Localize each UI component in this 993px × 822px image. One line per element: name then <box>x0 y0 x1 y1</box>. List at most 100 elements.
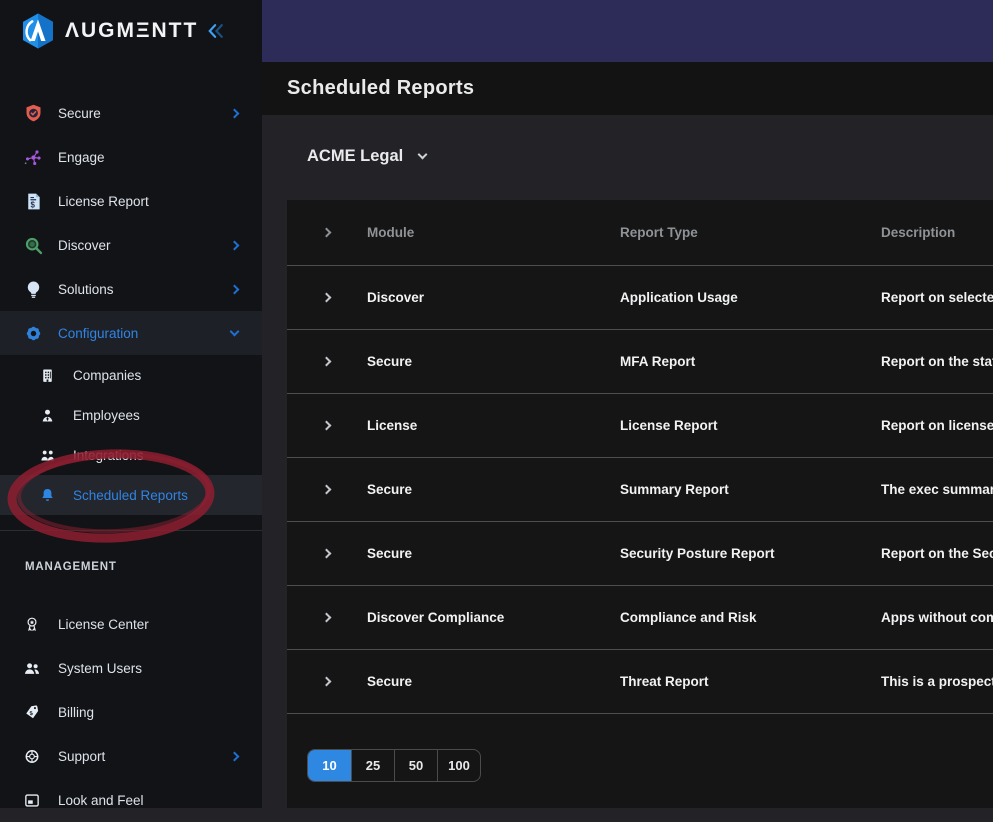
cell-module: Discover Compliance <box>367 610 620 625</box>
company-selector[interactable]: ACME Legal <box>307 147 426 166</box>
cell-report-type: Threat Report <box>620 674 881 689</box>
share-network-icon <box>21 146 45 168</box>
page-size-25[interactable]: 25 <box>351 750 394 781</box>
title-bar: Scheduled Reports <box>262 62 993 115</box>
augmentt-logo-icon <box>18 11 58 51</box>
sidebar: ΛUGMΞNTT Secure Engage$License Report Disc… <box>0 0 262 808</box>
configuration-submenu: Companies EmployeesIntegrations Scheduled … <box>0 355 262 515</box>
row-expand-icon[interactable] <box>322 293 332 303</box>
cell-module: License <box>367 418 620 433</box>
svg-text:$: $ <box>30 200 35 209</box>
sidebar-item-discover[interactable]: Discover <box>0 223 262 267</box>
page-size-selector: 102550100 <box>307 749 481 782</box>
sidebar-item-label: Solutions <box>58 282 114 297</box>
brand-wordmark: ΛUGMΞNTT <box>65 19 198 43</box>
chevron-right-icon <box>230 108 240 118</box>
sidebar-item-license-center[interactable]: License Center <box>0 602 262 646</box>
sidebar-item-license-report[interactable]: $License Report <box>0 179 262 223</box>
cell-description: The exec summary <box>881 482 993 497</box>
page-size-10[interactable]: 10 <box>308 750 351 781</box>
table-body: DiscoverApplication UsageReport on selec… <box>287 266 993 714</box>
table-row[interactable]: DiscoverApplication UsageReport on selec… <box>287 266 993 330</box>
building-icon <box>38 364 56 386</box>
sidebar-item-label: Companies <box>73 368 141 383</box>
lifebuoy-icon <box>23 745 41 767</box>
sidebar-item-label: License Center <box>58 617 149 632</box>
cell-description: Apps without comp <box>881 610 993 625</box>
table-row[interactable]: LicenseLicense ReportReport on license u <box>287 394 993 458</box>
chevron-right-icon <box>230 240 240 250</box>
page-title: Scheduled Reports <box>287 77 474 100</box>
sidebar-divider <box>0 530 262 531</box>
table-header-row: Module Report Type Description <box>287 200 993 266</box>
sidebar-collapse-button[interactable] <box>206 21 226 41</box>
sidebar-item-label: Look and Feel <box>58 793 144 808</box>
table-row[interactable]: SecureThreat ReportThis is a prospectin <box>287 650 993 714</box>
bell-icon <box>38 484 56 506</box>
row-expand-icon[interactable] <box>322 421 332 431</box>
sidebar-item-support[interactable]: Support <box>0 734 262 778</box>
invoice-icon: $ <box>21 190 45 212</box>
cell-description: Report on the Secu <box>881 546 993 561</box>
cell-module: Secure <box>367 674 620 689</box>
table-row[interactable]: SecureSecurity Posture ReportReport on t… <box>287 522 993 586</box>
cell-module: Secure <box>367 354 620 369</box>
cell-report-type: Summary Report <box>620 482 881 497</box>
sidebar-item-label: Scheduled Reports <box>73 488 188 503</box>
table-row[interactable]: Discover ComplianceCompliance and RiskAp… <box>287 586 993 650</box>
row-expand-icon[interactable] <box>322 485 332 495</box>
main-area: Scheduled Reports ACME Legal Module Repo… <box>262 0 993 808</box>
cell-report-type: License Report <box>620 418 881 433</box>
sidebar-item-scheduled-reports[interactable]: Scheduled Reports <box>0 475 262 515</box>
sidebar-item-billing[interactable]: $ Billing <box>0 690 262 734</box>
sidebar-item-label: Support <box>58 749 105 764</box>
row-expand-icon[interactable] <box>322 613 332 623</box>
sidebar-item-label: Configuration <box>58 326 138 341</box>
sidebar-item-integrations[interactable]: Integrations <box>0 435 262 475</box>
cell-description: Report on license u <box>881 418 993 433</box>
sidebar-item-label: Billing <box>58 705 94 720</box>
sidebar-item-companies[interactable]: Companies <box>0 355 262 395</box>
lightbulb-icon <box>21 278 45 300</box>
cell-report-type: MFA Report <box>620 354 881 369</box>
row-expand-icon[interactable] <box>322 549 332 559</box>
sidebar-item-label: Secure <box>58 106 101 121</box>
cell-description: Report on the statu <box>881 354 993 369</box>
chevron-right-icon <box>230 284 240 294</box>
cell-report-type: Application Usage <box>620 290 881 305</box>
cell-report-type: Compliance and Risk <box>620 610 881 625</box>
table-row[interactable]: SecureMFA ReportReport on the statu <box>287 330 993 394</box>
users-icon <box>23 657 41 679</box>
sidebar-item-look-and-feel[interactable]: Look and Feel <box>0 778 262 822</box>
sidebar-item-configuration[interactable]: Configuration <box>0 311 262 355</box>
sidebar-item-label: Discover <box>58 238 111 253</box>
sidebar-item-system-users[interactable]: System Users <box>0 646 262 690</box>
column-header-description: Description <box>881 225 993 240</box>
expand-all-icon <box>322 228 332 238</box>
medal-icon <box>23 613 41 635</box>
sidebar-item-engage[interactable]: Engage <box>0 135 262 179</box>
company-selector-label: ACME Legal <box>307 147 403 166</box>
cell-description: Report on selected <box>881 290 993 305</box>
cell-module: Discover <box>367 290 620 305</box>
sidebar-item-solutions[interactable]: Solutions <box>0 267 262 311</box>
reports-table-card: Module Report Type Description DiscoverA… <box>287 200 993 808</box>
page-size-50[interactable]: 50 <box>394 750 437 781</box>
price-tag-icon: $ <box>23 701 41 723</box>
gear-icon <box>21 322 45 344</box>
page-size-100[interactable]: 100 <box>437 750 480 781</box>
cell-module: Secure <box>367 546 620 561</box>
sidebar-item-secure[interactable]: Secure <box>0 91 262 135</box>
cell-report-type: Security Posture Report <box>620 546 881 561</box>
column-header-report-type: Report Type <box>620 225 881 240</box>
row-expand-icon[interactable] <box>322 677 332 687</box>
row-expand-icon[interactable] <box>322 357 332 367</box>
employee-icon <box>38 404 56 426</box>
chevron-down-icon <box>418 150 428 160</box>
chevron-down-icon <box>230 327 240 337</box>
sidebar-item-employees[interactable]: Employees <box>0 395 262 435</box>
table-row[interactable]: SecureSummary ReportThe exec summary <box>287 458 993 522</box>
integrations-icon <box>38 444 56 466</box>
management-nav: License Center System Users $ Billing Suppor… <box>0 602 262 822</box>
top-bar <box>262 0 993 62</box>
